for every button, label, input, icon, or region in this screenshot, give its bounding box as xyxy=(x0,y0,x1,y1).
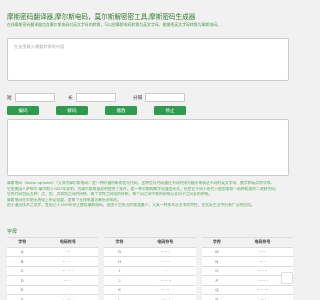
table-row: A · − xyxy=(7,247,99,257)
table-row: O − − − xyxy=(201,266,293,276)
separator-input[interactable] xyxy=(145,93,186,102)
table-row: M − − xyxy=(201,247,293,257)
table-row: H · · · · xyxy=(104,256,196,267)
code-cell: − · · xyxy=(37,275,99,286)
char-header: 字符 xyxy=(7,237,38,248)
encode-button[interactable]: 编码 xyxy=(7,106,39,115)
long-input[interactable] xyxy=(75,93,116,102)
separator-option: 分隔 xyxy=(133,93,186,102)
code-header: 电码符号 xyxy=(134,237,196,248)
long-label: 长 xyxy=(68,94,73,100)
decode-button[interactable]: 解码 xyxy=(56,106,88,115)
table-row: G − − · xyxy=(104,247,196,257)
table-row: E · xyxy=(7,285,99,295)
long-option: 长 xyxy=(68,93,116,102)
description: 摩斯电码（Morse alphabet）（又译为摩尔斯电码）是一种时通时断的信号… xyxy=(7,181,293,209)
code-header: 电码符号 xyxy=(37,237,99,248)
code-cell: − − · xyxy=(134,247,196,257)
table-row: R · − · xyxy=(201,294,293,300)
table-row: D − · · xyxy=(7,275,99,286)
description-line: 由于通讯技术之进步，各国已于1999年停止使用摩斯电码，但由于它所占的频宽最少，… xyxy=(7,203,255,208)
table-row: L · − · · xyxy=(104,294,196,300)
code-cell: · · xyxy=(134,266,196,276)
char-cell: I xyxy=(104,266,135,276)
code-cell: − · · · xyxy=(37,256,99,267)
char-cell: J xyxy=(104,275,135,286)
char-header: 字符 xyxy=(104,237,135,248)
table-row: K − · − xyxy=(104,285,196,295)
table-row: Q − − · − xyxy=(201,285,293,295)
char-cell: H xyxy=(104,256,135,267)
code-cell: · · · · xyxy=(134,256,196,267)
table-row: J · − − − xyxy=(104,275,196,286)
morse-table-col-1: 字符 电码符号 A · − B − · · · C − · − · D − · · E ·… xyxy=(7,237,99,300)
table-row: N − · xyxy=(201,256,293,267)
char-cell: O xyxy=(201,266,233,276)
code-header: 电码符号 xyxy=(232,237,293,248)
table-row: F · · − · xyxy=(7,294,99,300)
char-cell: N xyxy=(201,256,233,267)
char-cell: E xyxy=(7,285,38,295)
char-cell: D xyxy=(7,275,38,286)
scroll-to-top-button[interactable] xyxy=(281,272,293,284)
table-row: C − · − · xyxy=(7,266,99,276)
code-cell: · − − − xyxy=(134,275,196,286)
char-header: 字符 xyxy=(201,237,233,248)
table-row: I · · xyxy=(104,266,196,276)
code-cell: − · − xyxy=(134,285,196,295)
page-title: 摩斯密码翻译器,摩尔斯电码，莫尔斯解密密工具,摩斯密码生成器 xyxy=(7,14,196,21)
code-cell: · · − · xyxy=(37,294,99,300)
char-cell: P xyxy=(201,275,233,286)
code-cell: · − xyxy=(37,247,99,257)
code-cell: · xyxy=(37,285,99,295)
play-button[interactable]: 播放 xyxy=(105,106,137,115)
short-option: 短 xyxy=(7,93,55,102)
char-cell: R xyxy=(201,294,233,300)
char-cell: K xyxy=(104,285,135,295)
char-cell: F xyxy=(7,294,38,300)
char-cell: B xyxy=(7,256,38,267)
stop-button[interactable]: 停止 xyxy=(154,106,186,115)
char-cell: Q xyxy=(201,285,233,295)
short-label: 短 xyxy=(7,94,12,100)
code-cell: · − · xyxy=(232,294,293,300)
table-row: B − · · · xyxy=(7,256,99,267)
input-placeholder: 在这里输入需要转换的内容 xyxy=(14,44,65,49)
separator-label: 分隔 xyxy=(133,94,143,100)
code-cell: − − · − xyxy=(232,285,293,295)
letters-section-title: 字母 xyxy=(7,229,18,235)
short-input[interactable] xyxy=(14,93,55,102)
code-cell: − − xyxy=(232,247,293,257)
char-cell: C xyxy=(7,266,38,276)
table-row: P · − − · xyxy=(201,275,293,286)
output-textarea[interactable] xyxy=(7,119,289,176)
morse-table-col-2: 字符 电码符号 G − − · H · · · · I · · J · − − − K −… xyxy=(104,237,196,300)
morse-table-col-3: 字符 电码符号 M − − N − · O − − − P · − − · Q − − ·… xyxy=(201,237,293,300)
char-cell: G xyxy=(104,247,135,257)
page-subtitle: 在线摩斯密码翻译器包含摩尔斯电码对英文字母的转换，可以把摩斯电码转换为英文字母，… xyxy=(7,22,221,27)
code-cell: − · − · xyxy=(37,266,99,276)
morse-table: 字符 电码符号 A · − B − · · · C − · − · D − · · E ·… xyxy=(7,237,293,300)
code-cell: − · xyxy=(232,256,293,267)
char-cell: A xyxy=(7,247,38,257)
char-cell: L xyxy=(104,294,135,300)
char-cell: M xyxy=(201,247,233,257)
description-line: 摩斯电码（Morse alphabet）（又译为摩尔斯电码）是一种时通时断的信号… xyxy=(7,181,275,185)
input-textarea[interactable]: 在这里输入需要转换的内容 xyxy=(7,38,289,81)
code-cell: · − · · xyxy=(134,294,196,300)
